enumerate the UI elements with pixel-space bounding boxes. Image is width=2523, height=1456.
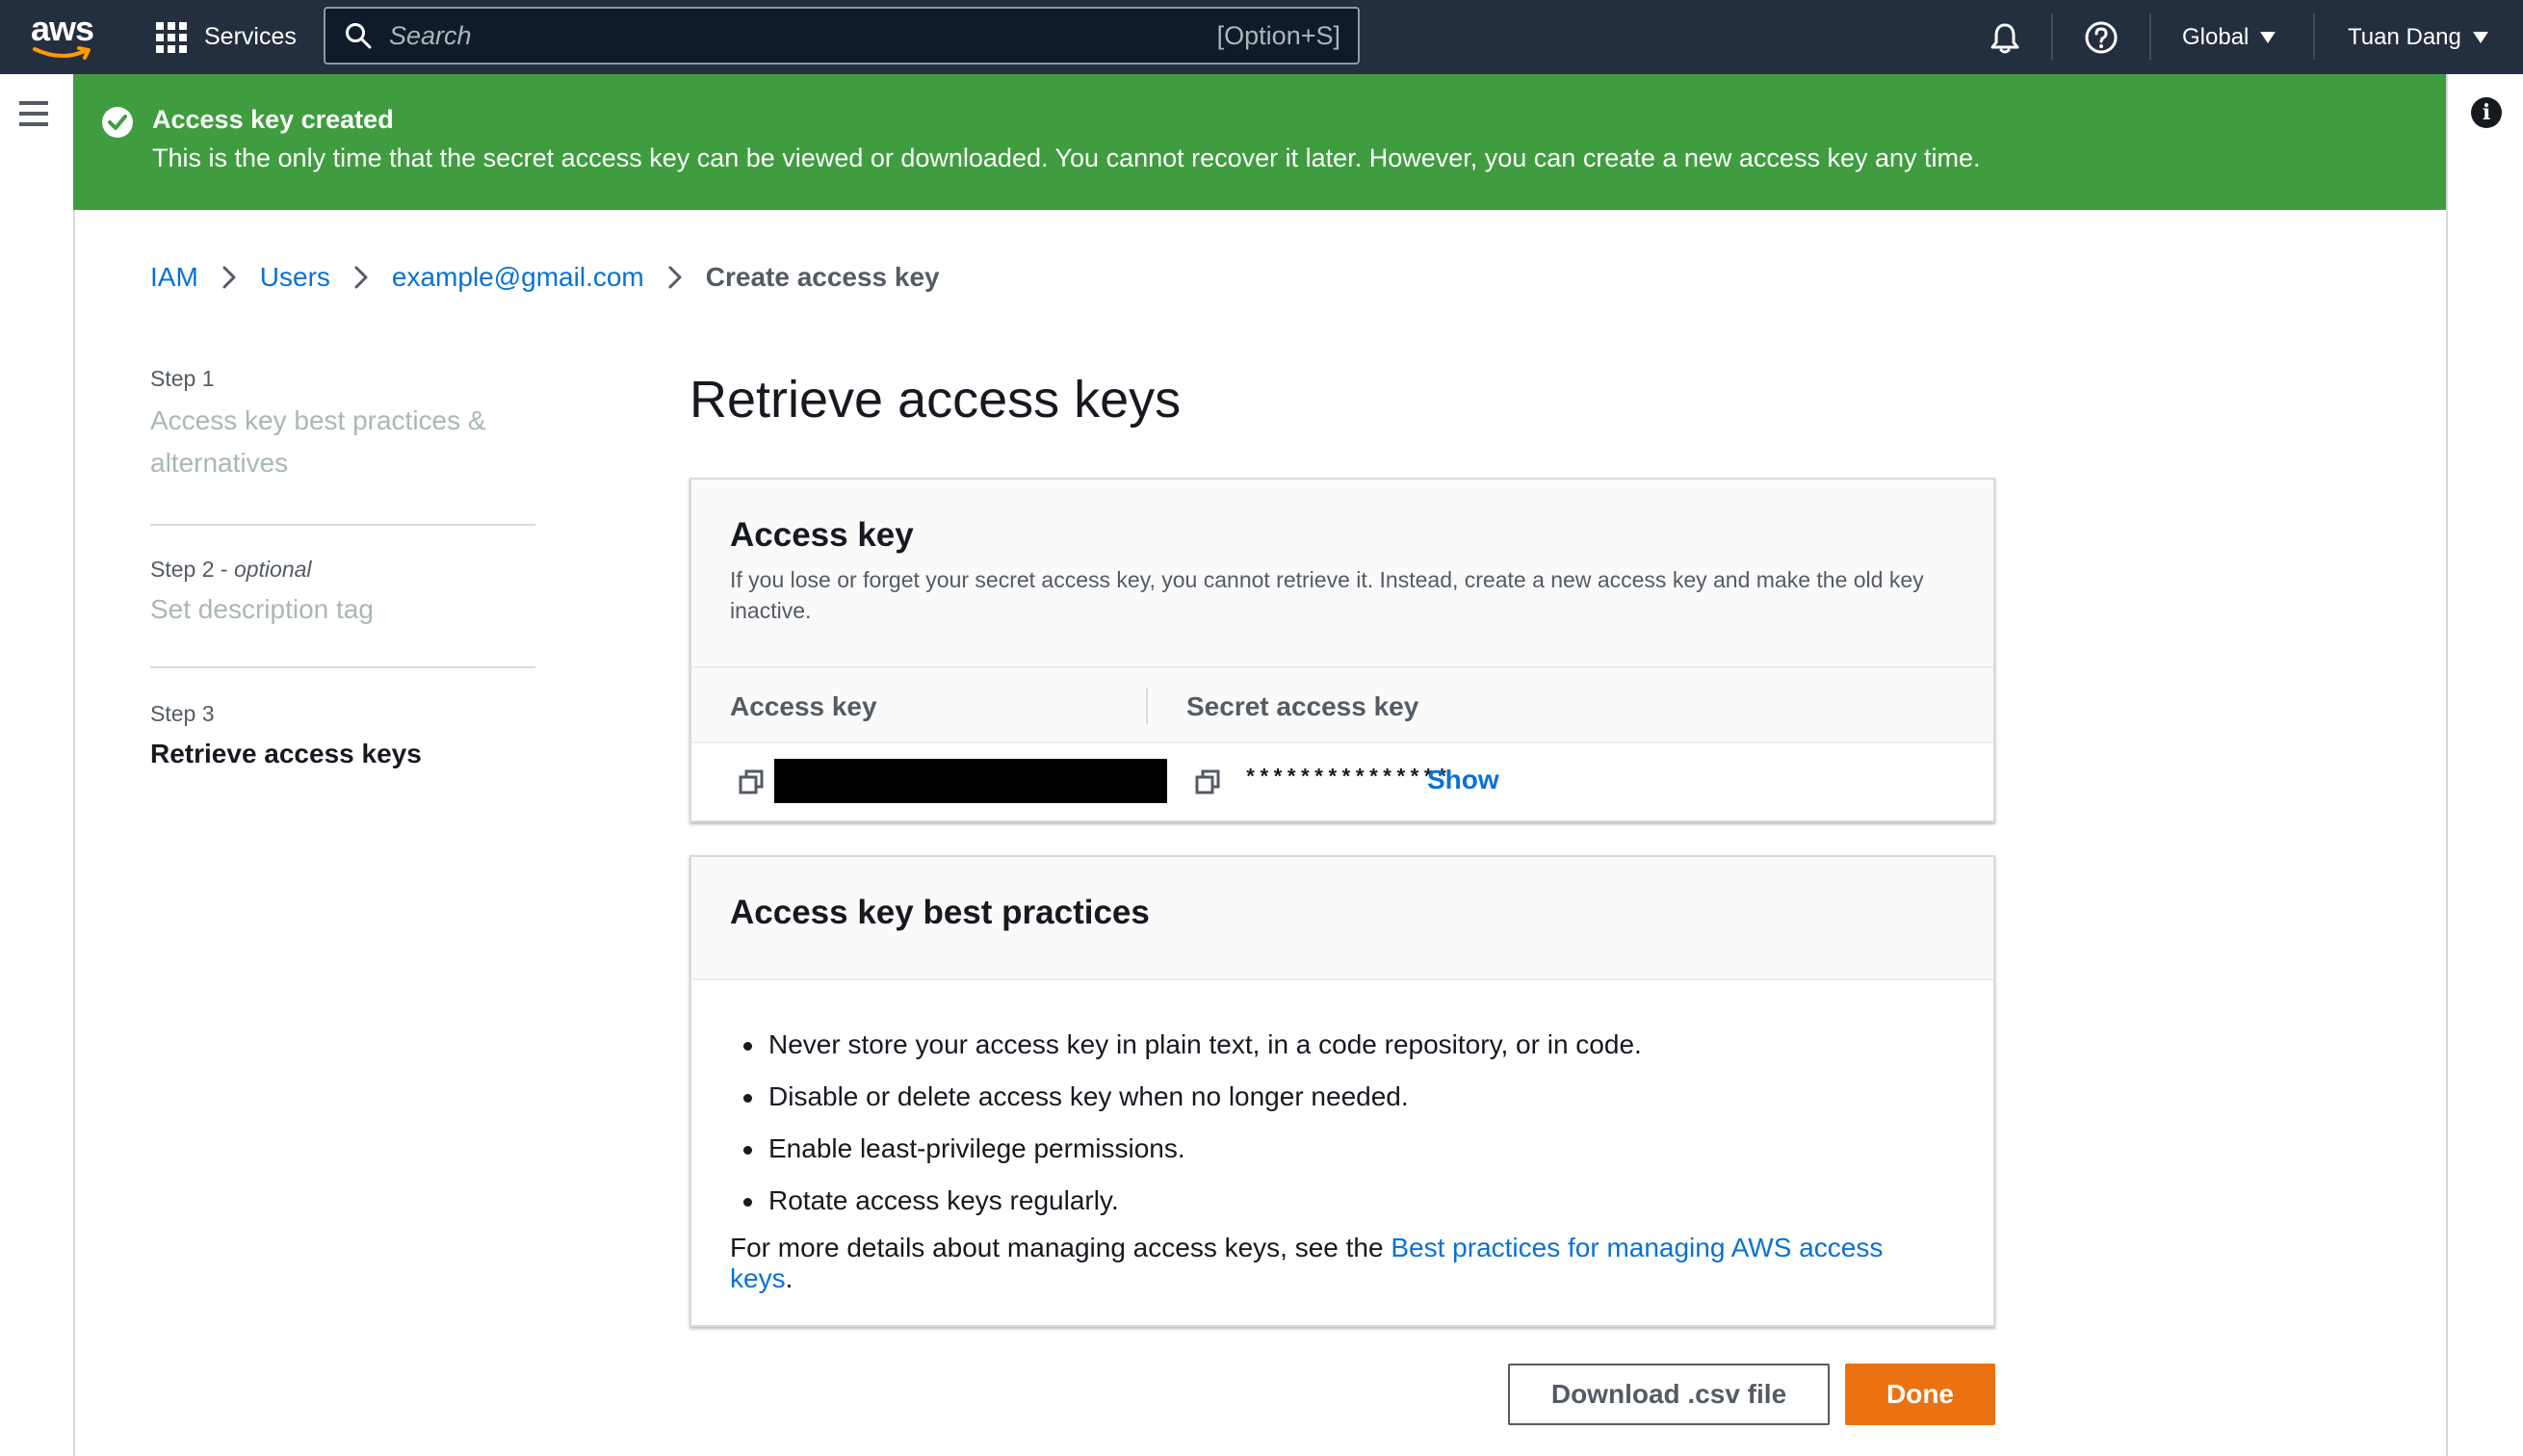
- info-icon[interactable]: i: [2471, 97, 2502, 128]
- breadcrumb: IAM Users example@gmail.com Create acces…: [150, 256, 940, 299]
- key-table-header: Access key Secret access key: [691, 668, 1993, 743]
- account-name: Tuan Dang: [2348, 24, 2488, 51]
- left-navigation-rail: [0, 74, 75, 1456]
- notifications-button[interactable]: [1988, 0, 2022, 74]
- caret-down-icon: [2260, 31, 2276, 43]
- access-key-id-redacted: [774, 759, 1167, 803]
- copy-icon[interactable]: [738, 768, 765, 795]
- list-item: Rotate access keys regularly.: [730, 1175, 1953, 1227]
- services-label: Services: [204, 23, 297, 50]
- aws-logo-text: aws: [31, 9, 94, 48]
- services-menu-button[interactable]: Services: [156, 0, 297, 74]
- right-tools-rail: i: [2446, 74, 2523, 1456]
- aws-logo[interactable]: aws: [31, 10, 94, 64]
- best-practices-body: Never store your access key in plain tex…: [730, 1019, 1953, 1294]
- step-number: Step 3: [150, 701, 215, 726]
- services-grid-icon: [156, 21, 187, 53]
- flash-title: Access key created: [152, 105, 394, 134]
- download-csv-button[interactable]: Download .csv file: [1508, 1364, 1830, 1425]
- breadcrumb-users[interactable]: Users: [260, 262, 330, 293]
- help-icon: [2085, 21, 2118, 53]
- list-item: Enable least-privilege permissions.: [730, 1123, 1953, 1175]
- caret-down-icon: [2472, 31, 2488, 43]
- step-title-link[interactable]: Set description tag: [150, 588, 535, 631]
- help-button[interactable]: [2084, 0, 2119, 74]
- search-box[interactable]: [Option+S]: [324, 7, 1360, 65]
- secret-key-column-header: Secret access key: [1186, 691, 1419, 721]
- nav-divider: [2051, 13, 2053, 60]
- bell-icon: [1990, 23, 2019, 53]
- access-key-column-header: Access key: [730, 691, 877, 721]
- page-title: Retrieve access keys: [689, 371, 1182, 429]
- region-label: Global: [2182, 24, 2276, 51]
- region-selector[interactable]: Global: [2182, 0, 2276, 74]
- step-number: Step 2 - optional: [150, 557, 312, 582]
- nav-divider: [2313, 13, 2315, 60]
- step-title-current: Retrieve access keys: [150, 739, 422, 768]
- aws-smile-icon: [33, 46, 91, 60]
- column-divider: [1146, 688, 1148, 724]
- step-number: Step 1: [150, 366, 215, 391]
- flash-message: This is the only time that the secret ac…: [152, 143, 1981, 172]
- best-practices-panel: Access key best practices Never store yo…: [689, 855, 1995, 1327]
- best-practices-panel-title: Access key best practices: [730, 894, 1150, 931]
- nav-divider: [2149, 13, 2151, 60]
- chevron-right-icon: [221, 265, 237, 290]
- step-title-link[interactable]: Access key best practices & alternatives: [150, 400, 535, 484]
- best-practices-list: Never store your access key in plain tex…: [730, 1019, 1953, 1227]
- search-shortcut-hint: [Option+S]: [1216, 20, 1340, 50]
- best-practices-more-info: For more details about managing access k…: [730, 1233, 1884, 1293]
- access-key-panel-header: Access key If you lose or forget your se…: [691, 480, 1993, 668]
- access-key-panel: Access key If you lose or forget your se…: [689, 478, 1995, 822]
- access-key-panel-description: If you lose or forget your secret access…: [730, 567, 1924, 623]
- wizard-steps: Step 1 Access key best practices & alter…: [150, 366, 535, 775]
- top-navigation: aws Services [Option+S]: [0, 0, 2523, 74]
- key-table-row: *************** Show: [691, 743, 1993, 820]
- success-flash-banner: Access key created This is the only time…: [73, 74, 2446, 210]
- step-2: Step 2 - optional Set description tag: [150, 526, 535, 668]
- menu-icon[interactable]: [19, 101, 50, 126]
- breadcrumb-user[interactable]: example@gmail.com: [392, 262, 644, 293]
- breadcrumb-current: Create access key: [705, 262, 940, 292]
- list-item: Never store your access key in plain tex…: [730, 1019, 1953, 1071]
- copy-icon[interactable]: [1194, 768, 1221, 795]
- done-button[interactable]: Done: [1845, 1364, 1995, 1425]
- secret-key-masked: ***************: [1244, 767, 1450, 791]
- account-menu[interactable]: Tuan Dang: [2348, 0, 2488, 74]
- search-icon: [346, 23, 372, 49]
- chevron-right-icon: [353, 265, 369, 290]
- step-1: Step 1 Access key best practices & alter…: [150, 366, 535, 526]
- chevron-right-icon: [667, 265, 683, 290]
- access-key-panel-title: Access key: [730, 516, 914, 554]
- breadcrumb-iam[interactable]: IAM: [150, 262, 198, 293]
- step-3: Step 3 Retrieve access keys: [150, 668, 535, 775]
- search-input[interactable]: [387, 8, 1217, 64]
- check-circle-icon: [102, 107, 133, 138]
- best-practices-panel-header: Access key best practices: [691, 857, 1993, 980]
- show-secret-link[interactable]: Show: [1427, 765, 1499, 795]
- list-item: Disable or delete access key when no lon…: [730, 1071, 1953, 1123]
